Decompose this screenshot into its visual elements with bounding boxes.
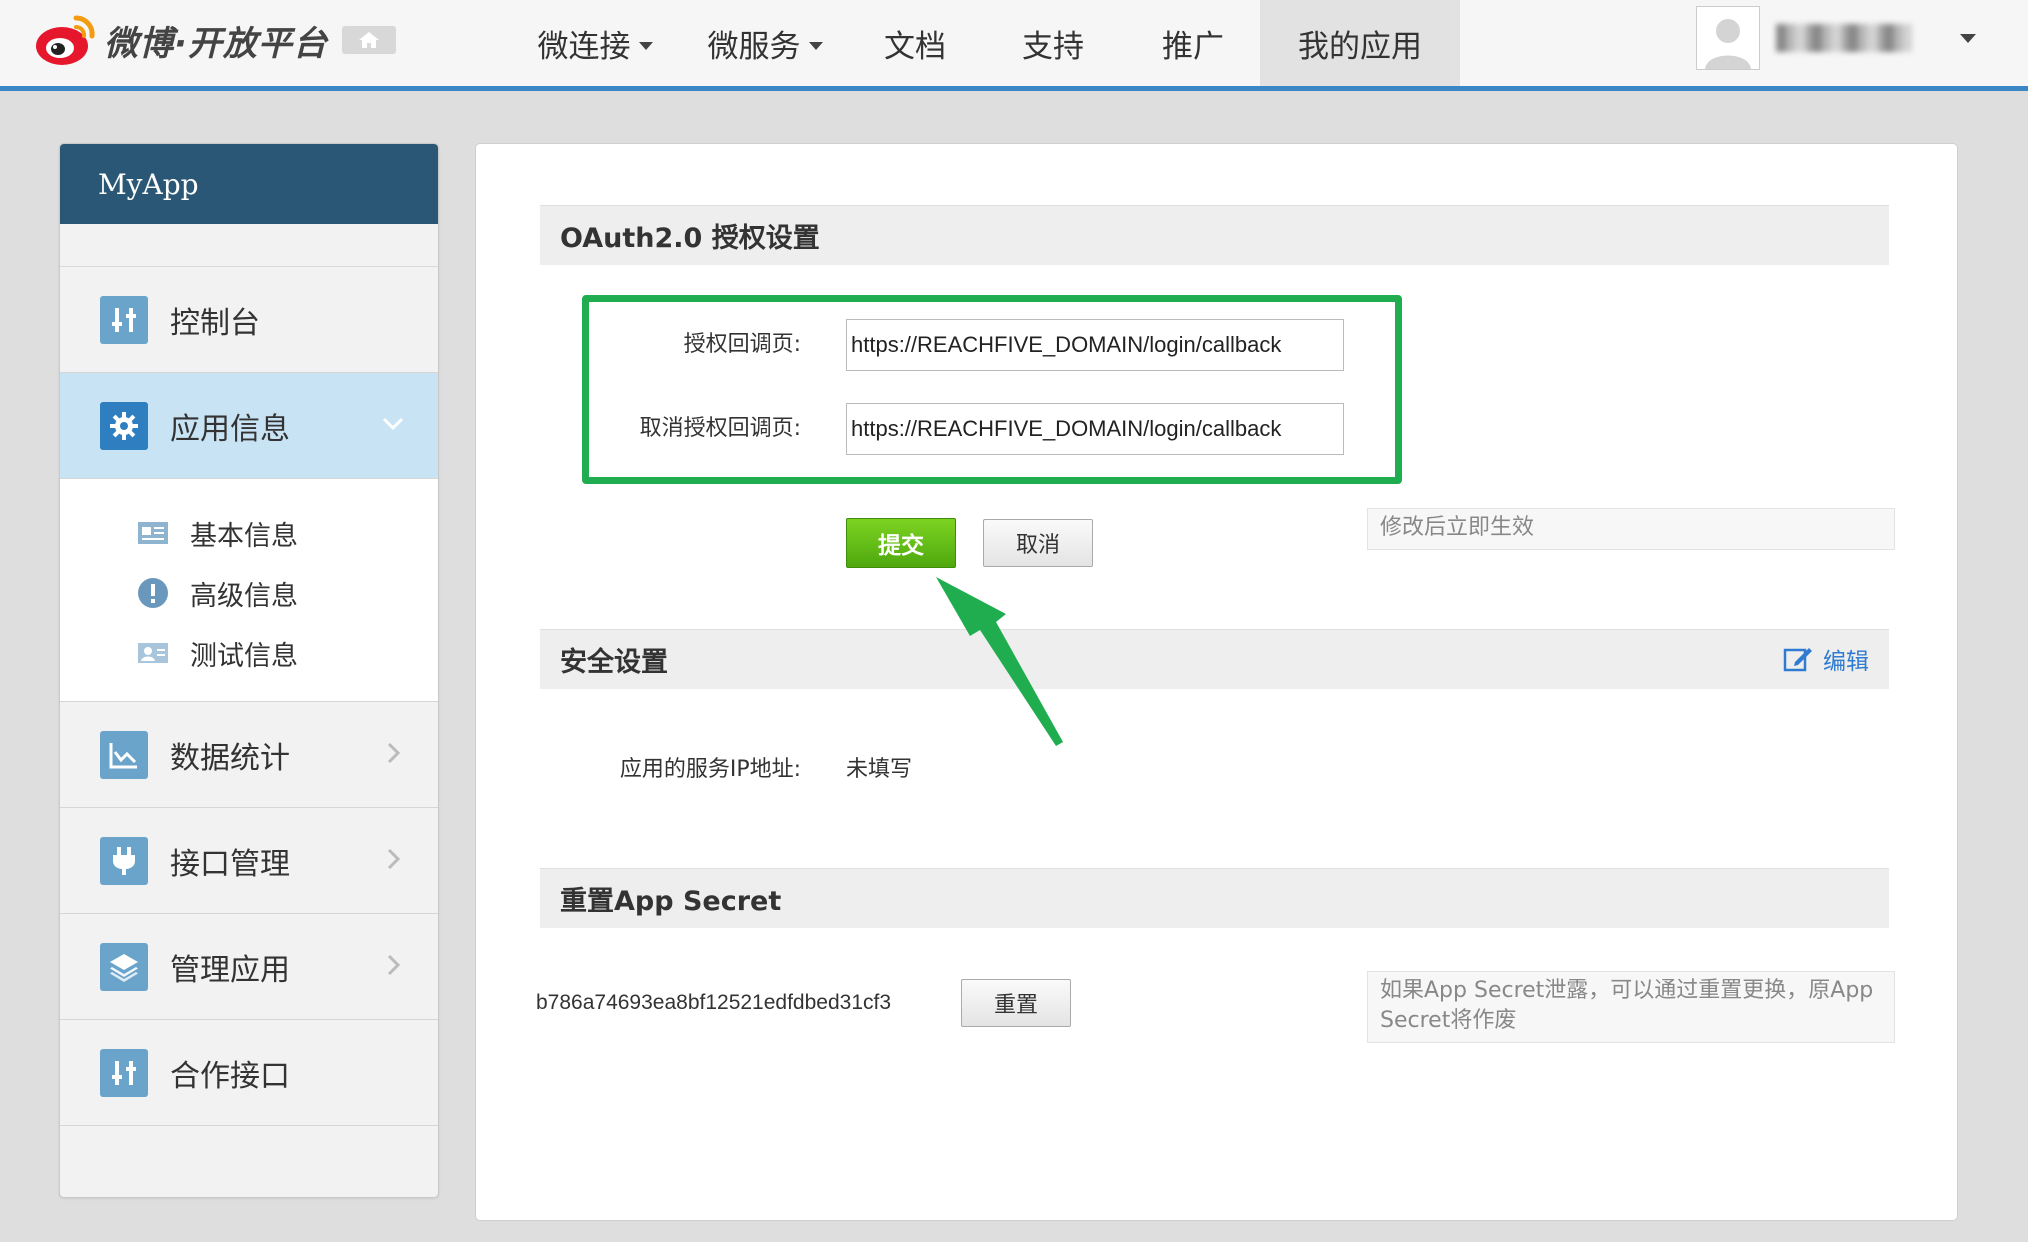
sidebar-submenu: 基本信息 高级信息 测试信息 <box>60 479 438 702</box>
sidebar-item-partner-api[interactable]: 合作接口 <box>60 1020 438 1126</box>
nav-label: 推广 <box>1162 28 1224 65</box>
user-icon <box>1697 7 1759 69</box>
nav-label: 微连接 <box>537 28 631 65</box>
edit-icon <box>1783 648 1812 672</box>
sidebar-item-label: 控制台 <box>170 305 260 341</box>
security-section-header: 安全设置 编辑 <box>540 629 1889 689</box>
sidebar-item-label: 应用信息 <box>170 411 290 447</box>
service-ip-value: 未填写 <box>846 757 913 782</box>
submit-button[interactable]: 提交 <box>846 518 956 568</box>
cancel-button[interactable]: 取消 <box>983 519 1093 567</box>
weibo-eye-icon <box>34 12 98 68</box>
sidebar-subitem-advanced-info[interactable]: 高级信息 <box>60 563 438 623</box>
chevron-down-icon <box>382 417 404 431</box>
sidebar-subitem-test-info[interactable]: 测试信息 <box>60 623 438 683</box>
sliders-icon <box>100 1048 148 1097</box>
service-ip-label: 应用的服务IP地址: <box>619 757 801 782</box>
nav-my-apps[interactable]: 我的应用 <box>1260 0 1460 86</box>
chart-icon <box>100 730 148 779</box>
sidebar-item-data-stats[interactable]: 数据统计 <box>60 702 438 808</box>
console-icon <box>100 295 148 344</box>
security-section-title: 安全设置 <box>560 647 668 678</box>
user-menu-chevron-icon[interactable] <box>1960 34 1976 43</box>
sidebar-spacer <box>60 224 438 267</box>
plug-icon <box>100 836 148 885</box>
nav-support[interactable]: 支持 <box>980 0 1126 86</box>
main-nav: 微连接 微服务 文档 支持 推广 我的应用 <box>510 0 1460 86</box>
sidebar-item-app-info[interactable]: 应用信息 <box>60 373 438 479</box>
sidebar-item-label: 接口管理 <box>170 846 290 882</box>
edit-link[interactable]: 编辑 <box>1783 642 1869 676</box>
cancel-callback-url-input[interactable]: https://REACHFIVE_DOMAIN/login/callback <box>846 403 1344 455</box>
sidebar-subitem-label: 高级信息 <box>190 580 298 612</box>
sidebar-subitem-basic-info[interactable]: 基本信息 <box>60 503 438 563</box>
layers-icon <box>100 942 148 991</box>
nav-label: 支持 <box>1022 28 1084 65</box>
chevron-right-icon <box>387 742 401 764</box>
reset-button[interactable]: 重置 <box>961 979 1071 1027</box>
sidebar-item-label: 数据统计 <box>170 740 290 776</box>
sidebar-item-manage-apps[interactable]: 管理应用 <box>60 914 438 1020</box>
nav-promote[interactable]: 推广 <box>1126 0 1260 86</box>
logo-text: 微博·开放平台 <box>104 23 328 64</box>
sidebar-subitem-label: 测试信息 <box>190 640 298 672</box>
callback-url-input[interactable]: https://REACHFIVE_DOMAIN/login/callback <box>846 319 1344 371</box>
home-icon <box>358 32 379 48</box>
chevron-right-icon <box>387 954 401 976</box>
secret-section-title: 重置App Secret <box>540 868 1889 928</box>
sidebar-item-label: 合作接口 <box>170 1058 290 1094</box>
chevron-down-icon <box>638 42 653 50</box>
sidebar-item-label: 管理应用 <box>170 952 290 988</box>
top-navbar: 微博·开放平台 微连接 微服务 文档 支持 推广 我的应用 <box>0 0 2028 91</box>
avatar[interactable] <box>1696 6 1760 70</box>
nav-label: 文档 <box>884 28 946 65</box>
nav-micro-service[interactable]: 微服务 <box>680 0 850 86</box>
oauth-section-title: OAuth2.0 授权设置 <box>540 205 1889 265</box>
sidebar-item-console[interactable]: 控制台 <box>60 267 438 373</box>
card-icon <box>136 516 170 550</box>
weibo-logo[interactable]: 微博·开放平台 <box>34 10 396 70</box>
nav-micro-connect[interactable]: 微连接 <box>510 0 680 86</box>
nav-label: 我的应用 <box>1298 28 1422 65</box>
home-button[interactable] <box>341 26 396 54</box>
callback-label: 授权回调页: <box>683 332 801 357</box>
alert-icon <box>136 576 170 610</box>
test-user-icon <box>136 636 170 670</box>
app-secret-value: b786a74693ea8bf12521edfdbed31cf3 <box>536 991 892 1014</box>
gear-icon <box>100 401 148 450</box>
sidebar-subitem-label: 基本信息 <box>190 520 298 552</box>
chevron-right-icon <box>387 848 401 870</box>
sidebar-item-api-management[interactable]: 接口管理 <box>60 808 438 914</box>
oauth-tip: 修改后立即生效 <box>1367 508 1895 550</box>
edit-label: 编辑 <box>1823 649 1869 675</box>
app-name: MyApp <box>60 144 438 224</box>
user-name-blurred[interactable] <box>1776 24 1912 52</box>
cancel-callback-label: 取消授权回调页: <box>639 416 801 441</box>
chevron-down-icon <box>808 42 823 50</box>
nav-label: 微服务 <box>707 28 801 65</box>
sidebar: MyApp 控制台 应用信息 基本信息 高级信息 测试信息 数据统计 接口管理 … <box>59 143 439 1198</box>
secret-tip: 如果App Secret泄露，可以通过重置更换，原App Secret将作废 <box>1367 971 1895 1043</box>
nav-docs[interactable]: 文档 <box>850 0 980 86</box>
main-panel: OAuth2.0 授权设置 授权回调页: https://REACHFIVE_D… <box>475 143 1958 1221</box>
